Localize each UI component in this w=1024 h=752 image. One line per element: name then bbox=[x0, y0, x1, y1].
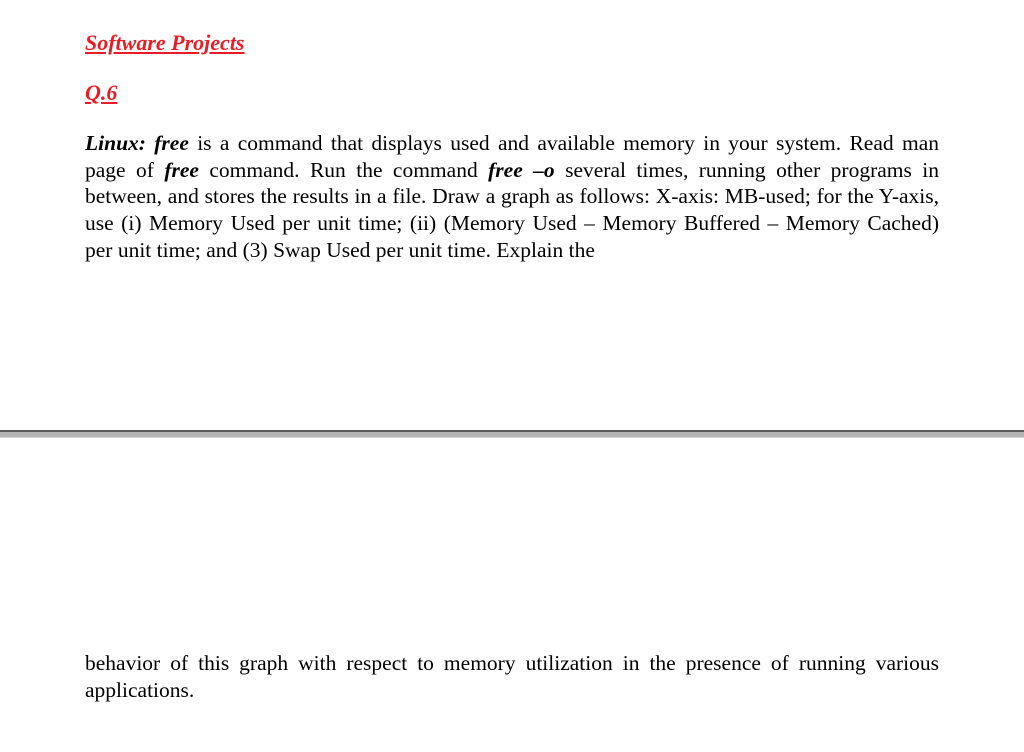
question-body: Linux: free is a command that displays u… bbox=[85, 130, 939, 263]
question-number: Q.6 bbox=[85, 80, 939, 106]
inline-bold-linux-free: Linux: free bbox=[85, 131, 189, 155]
inline-bold-free: free bbox=[164, 158, 199, 182]
page-lower-content: behavior of this graph with respect to m… bbox=[85, 650, 939, 703]
page-divider bbox=[0, 430, 1024, 438]
section-title: Software Projects bbox=[85, 30, 939, 56]
lower-body-text: behavior of this graph with respect to m… bbox=[85, 650, 939, 703]
page-upper-content: Software Projects Q.6 Linux: free is a c… bbox=[0, 0, 1024, 263]
body-text-2: command. Run the command bbox=[199, 158, 488, 182]
inline-bold-free-o: free –o bbox=[488, 158, 555, 182]
